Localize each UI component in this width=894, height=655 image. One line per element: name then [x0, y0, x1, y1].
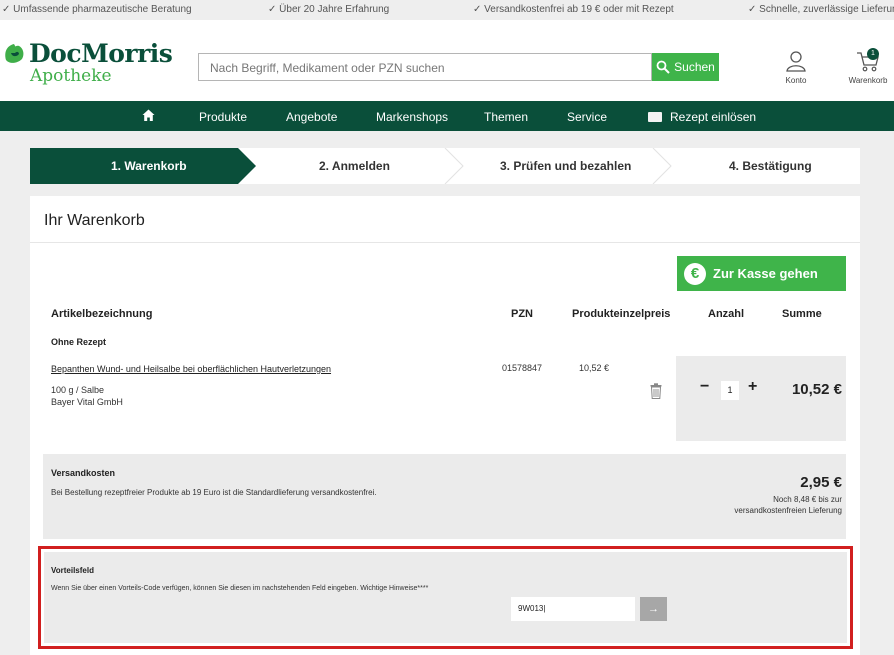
site-header: DocMorris Apotheke Nach Begriff, Medikam… [0, 20, 894, 101]
category-label: Ohne Rezept [51, 337, 107, 347]
decrease-quantity-button[interactable]: − [700, 378, 709, 396]
line-total: 10,52 € [791, 381, 842, 398]
arrow-right-icon: → [648, 603, 659, 615]
cart-label: Warenkorb [848, 76, 888, 85]
step-warenkorb: 1. Warenkorb [111, 159, 187, 173]
step-anmelden: 2. Anmelden [319, 159, 390, 173]
main-nav: Produkte Angebote Markenshops Themen Ser… [0, 101, 894, 131]
quantity-input[interactable]: 1 [721, 381, 739, 400]
checkout-button-label: Zur Kasse gehen [713, 266, 818, 281]
leaf-logo-icon [5, 44, 24, 63]
product-manufacturer: Bayer Vital GmbH [51, 397, 123, 407]
checkout-steps: 1. Warenkorb 2. Anmelden 3. Prüfen und b… [30, 148, 860, 184]
prescription-icon [648, 112, 662, 122]
docmorris-logo[interactable]: DocMorris Apotheke [3, 39, 173, 86]
account-link[interactable]: Konto [779, 50, 813, 85]
product-pzn: 01578847 [502, 363, 543, 373]
user-icon [786, 51, 806, 72]
usp-bar: ✓ Umfassende pharmazeutische Beratung ✓ … [0, 0, 894, 20]
account-label: Konto [785, 76, 807, 85]
nav-item-produkte[interactable]: Produkte [199, 110, 247, 124]
shipping-price: 2,95 € [800, 474, 842, 491]
logo-subtitle: Apotheke [30, 66, 112, 86]
column-header-sum: Summe [782, 308, 822, 320]
nav-item-service[interactable]: Service [567, 110, 607, 124]
usp-item: ✓ Umfassende pharmazeutische Beratung [2, 4, 192, 15]
cart-panel: Ihr Warenkorb € Zur Kasse gehen Artikelb… [30, 196, 860, 655]
voucher-code-input[interactable]: 9W013| [511, 597, 635, 621]
shipping-title: Versandkosten [51, 468, 116, 478]
search-input[interactable]: Nach Begriff, Medikament oder PZN suchen [198, 53, 652, 81]
increase-quantity-button[interactable]: + [748, 378, 757, 396]
product-size: 100 g / Salbe [51, 385, 105, 395]
checkout-button[interactable]: € Zur Kasse gehen [677, 256, 846, 291]
shipping-info: Bei Bestellung rezeptfreier Produkte ab … [51, 488, 377, 497]
product-link[interactable]: Bepanthen Wund- und Heilsalbe bei oberfl… [51, 364, 331, 374]
voucher-highlight: Vorteilsfeld Wenn Sie über einen Vorteil… [38, 546, 853, 649]
product-unit-price: 10,52 € [579, 363, 610, 373]
voucher-info: Wenn Sie über einen Vorteils-Code verfüg… [51, 585, 429, 592]
nav-item-angebote[interactable]: Angebote [286, 110, 337, 124]
shipping-panel: Versandkosten Bei Bestellung rezeptfreie… [43, 454, 846, 539]
divider [30, 242, 860, 243]
nav-item-markenshops[interactable]: Markenshops [376, 110, 448, 124]
cart-link[interactable]: 1 Warenkorb [845, 48, 891, 85]
page-title: Ihr Warenkorb [44, 212, 145, 229]
trash-icon[interactable] [650, 383, 662, 399]
home-icon[interactable] [142, 109, 155, 122]
column-header-article: Artikelbezeichnung [51, 308, 153, 320]
search-icon [656, 60, 670, 74]
usp-item: ✓ Schnelle, zuverlässige Lieferung [748, 4, 894, 15]
free-shipping-note: Noch 8,48 € bis zur versandkostenfreien … [734, 495, 842, 515]
voucher-title: Vorteilsfeld [51, 566, 94, 575]
usp-item: ✓ Versandkostenfrei ab 19 € oder mit Rez… [473, 4, 674, 15]
search-button-label: Suchen [674, 60, 715, 74]
nav-item-rezept[interactable]: Rezept einlösen [670, 110, 756, 124]
step-pruefen: 3. Prüfen und bezahlen [500, 159, 632, 173]
search-button[interactable]: Suchen [652, 53, 719, 81]
cart-count-badge: 1 [867, 48, 879, 60]
usp-item: ✓ Über 20 Jahre Erfahrung [268, 4, 390, 15]
logo-wordmark: DocMorris [29, 39, 173, 68]
nav-item-themen[interactable]: Themen [484, 110, 528, 124]
voucher-panel: Vorteilsfeld Wenn Sie über einen Vorteil… [44, 552, 847, 643]
voucher-submit-button[interactable]: → [640, 597, 667, 621]
column-header-quantity: Anzahl [708, 308, 745, 320]
step-bestaetigung: 4. Bestätigung [729, 159, 812, 173]
quantity-panel: − 1 + 10,52 € [676, 356, 846, 441]
column-header-pzn: PZN [511, 308, 533, 320]
euro-icon: € [684, 262, 706, 285]
column-header-unit-price: Produkteinzelpreis [572, 308, 671, 320]
